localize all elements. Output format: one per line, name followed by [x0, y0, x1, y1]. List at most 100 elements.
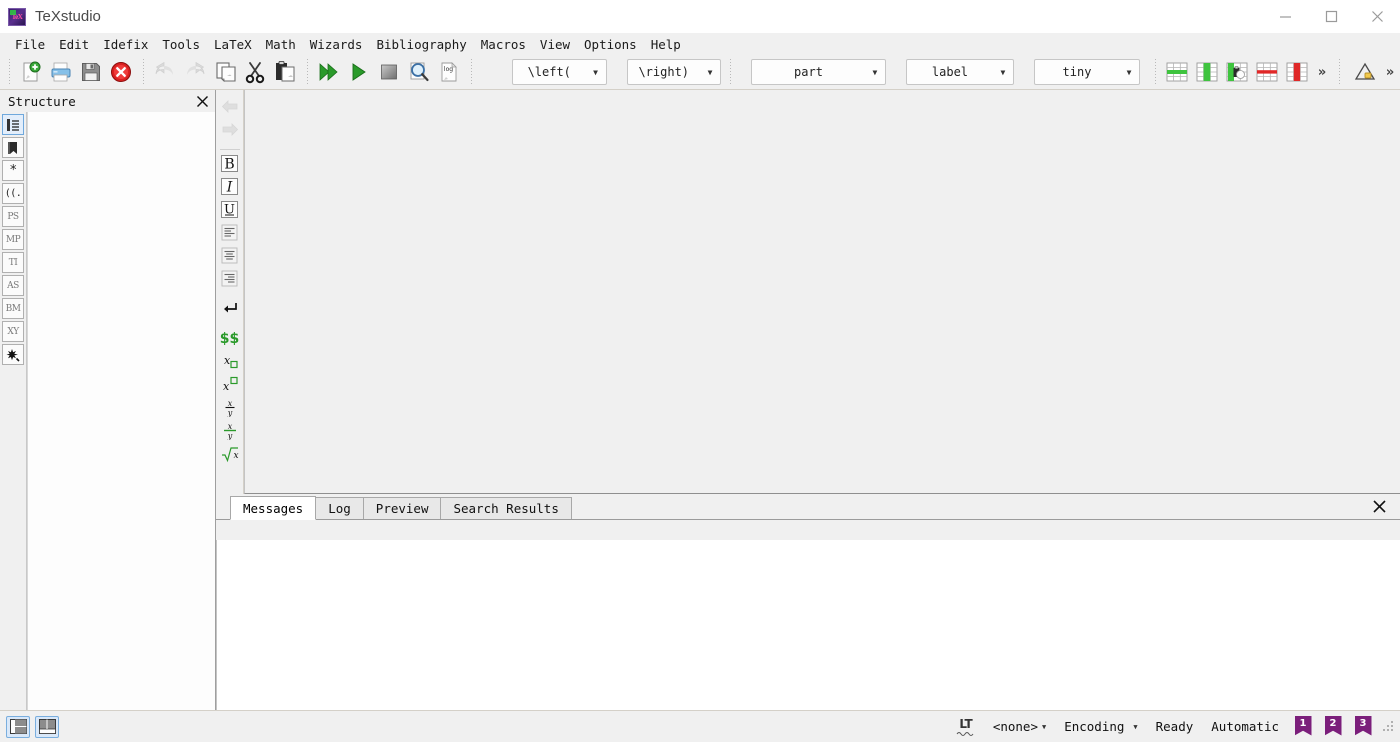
menu-latex[interactable]: LaTeX — [207, 35, 259, 54]
bookmark-3-badge[interactable]: 3 — [1353, 715, 1373, 738]
minimize-icon[interactable] — [1262, 0, 1308, 33]
stop-compile-icon[interactable] — [374, 57, 404, 87]
bold-icon[interactable]: B — [219, 153, 241, 174]
close-document-icon[interactable] — [106, 57, 136, 87]
menu-bibliography[interactable]: Bibliography — [369, 35, 473, 54]
svg-text:x: x — [223, 380, 230, 393]
tikz-icon[interactable]: TI — [2, 252, 24, 273]
delete-column-icon[interactable] — [1282, 57, 1312, 87]
menu-math[interactable]: Math — [259, 35, 303, 54]
chevron-down-icon: ▼ — [872, 67, 878, 77]
font-size-combo[interactable]: tiny ▼ — [1033, 59, 1141, 85]
menu-bar: File Edit Idefix Tools LaTeX Math Wizard… — [0, 33, 1400, 55]
math-mode-label: $$ — [219, 330, 240, 347]
copy-icon[interactable] — [210, 57, 240, 87]
tab-log[interactable]: Log — [315, 497, 364, 519]
close-icon[interactable] — [189, 90, 215, 112]
toolbar-overflow-1-button[interactable]: » — [1312, 57, 1332, 87]
close-icon[interactable] — [1354, 0, 1400, 33]
structure-view-icon[interactable] — [2, 114, 24, 135]
toolbar-overflow-2-button[interactable]: » — [1380, 57, 1400, 87]
dfrac-icon[interactable]: x y — [219, 420, 241, 441]
chevron-down-icon: ▼ — [1126, 67, 1132, 77]
menu-help[interactable]: Help — [644, 35, 688, 54]
texstudio-window: TeXstudio File Edit Idefix Tools LaTeX M… — [0, 0, 1400, 742]
window-controls — [1262, 0, 1400, 33]
underline-icon[interactable]: U — [219, 199, 241, 220]
postscript-icon[interactable]: PS — [2, 206, 24, 227]
nav-back-icon[interactable] — [219, 96, 241, 117]
menu-file[interactable]: File — [8, 35, 52, 54]
metapost-icon[interactable]: MP — [2, 229, 24, 250]
right-delimiter-combo[interactable]: \right) ▼ — [626, 59, 721, 85]
menu-options[interactable]: Options — [577, 35, 644, 54]
italic-icon[interactable]: I — [219, 176, 241, 197]
editor-text-area[interactable] — [244, 90, 1400, 494]
new-file-icon[interactable] — [16, 57, 46, 87]
xypic-icon[interactable]: XY — [2, 321, 24, 342]
languagetool-icon[interactable]: LT — [948, 718, 984, 736]
view-log-icon[interactable]: log — [434, 57, 464, 87]
menu-wizards[interactable]: Wizards — [303, 35, 370, 54]
svg-text:x: x — [233, 451, 238, 461]
math-assistant-icon[interactable] — [1350, 57, 1380, 87]
insert-column-icon[interactable] — [1192, 57, 1222, 87]
output-panel-strip — [216, 520, 1400, 540]
save-file-icon[interactable] — [76, 57, 106, 87]
window-title: TeXstudio — [35, 8, 101, 25]
frac-icon[interactable]: x y — [219, 397, 241, 418]
sqrt-icon[interactable]: x — [219, 443, 241, 464]
left-delimiter-combo[interactable]: \left( ▼ — [512, 59, 607, 85]
redo-icon[interactable] — [180, 57, 210, 87]
menu-edit[interactable]: Edit — [52, 35, 96, 54]
resize-grip-icon[interactable] — [1382, 720, 1394, 733]
bookmarks-icon[interactable]: BM — [2, 298, 24, 319]
delimiter-icon[interactable]: ((. — [2, 183, 24, 204]
cut-icon[interactable] — [240, 57, 270, 87]
undo-icon[interactable] — [150, 57, 180, 87]
xypic-label: XY — [7, 326, 19, 337]
paste-column-icon[interactable] — [1222, 57, 1252, 87]
compile-icon[interactable] — [344, 57, 374, 87]
superscript-icon[interactable]: x — [219, 374, 241, 395]
subscript-icon[interactable]: x — [219, 351, 241, 372]
structure-dock-header: Structure — [0, 90, 215, 112]
maximize-icon[interactable] — [1308, 0, 1354, 33]
bookmark-icon[interactable] — [2, 137, 24, 158]
asymptote-icon[interactable]: AS — [2, 275, 24, 296]
magic-wand-icon[interactable] — [2, 344, 24, 365]
view-pdf-icon[interactable] — [404, 57, 434, 87]
encoding-selector[interactable]: Encoding ▼ — [1055, 719, 1146, 734]
tab-messages[interactable]: Messages — [230, 496, 317, 520]
menu-idefix[interactable]: Idefix — [96, 35, 155, 54]
svg-text:I: I — [226, 180, 233, 196]
section-level-combo[interactable]: part ▼ — [751, 59, 886, 85]
align-left-icon[interactable] — [219, 222, 241, 243]
menu-view[interactable]: View — [533, 35, 577, 54]
insert-row-icon[interactable] — [1162, 57, 1192, 87]
paste-icon[interactable] — [270, 57, 300, 87]
reference-combo[interactable]: label ▼ — [905, 59, 1014, 85]
toggle-output-panel-button[interactable] — [35, 715, 59, 738]
messages-content[interactable] — [216, 540, 1400, 710]
delete-row-icon[interactable] — [1252, 57, 1282, 87]
align-right-icon[interactable] — [219, 268, 241, 289]
menu-tools[interactable]: Tools — [155, 35, 207, 54]
close-icon[interactable] — [1368, 495, 1390, 517]
align-center-icon[interactable] — [219, 245, 241, 266]
math-mode-icon[interactable]: $$ — [219, 328, 241, 349]
menu-macros[interactable]: Macros — [474, 35, 533, 54]
tab-preview[interactable]: Preview — [362, 497, 442, 519]
language-selector[interactable]: <none> ▼ — [984, 719, 1055, 734]
asterisk-icon[interactable]: * — [2, 160, 24, 181]
open-file-icon[interactable] — [46, 57, 76, 87]
toggle-structure-panel-button[interactable] — [6, 715, 30, 738]
build-and-view-icon[interactable] — [314, 57, 344, 87]
bookmark-1-badge[interactable]: 1 — [1293, 715, 1313, 738]
newline-icon[interactable] — [219, 298, 241, 319]
tab-search-results[interactable]: Search Results — [440, 497, 572, 519]
structure-tree-view[interactable] — [27, 112, 215, 710]
bookmark-2-badge[interactable]: 2 — [1323, 715, 1343, 738]
reference-value: label — [931, 65, 969, 79]
nav-forward-icon[interactable] — [219, 119, 241, 140]
